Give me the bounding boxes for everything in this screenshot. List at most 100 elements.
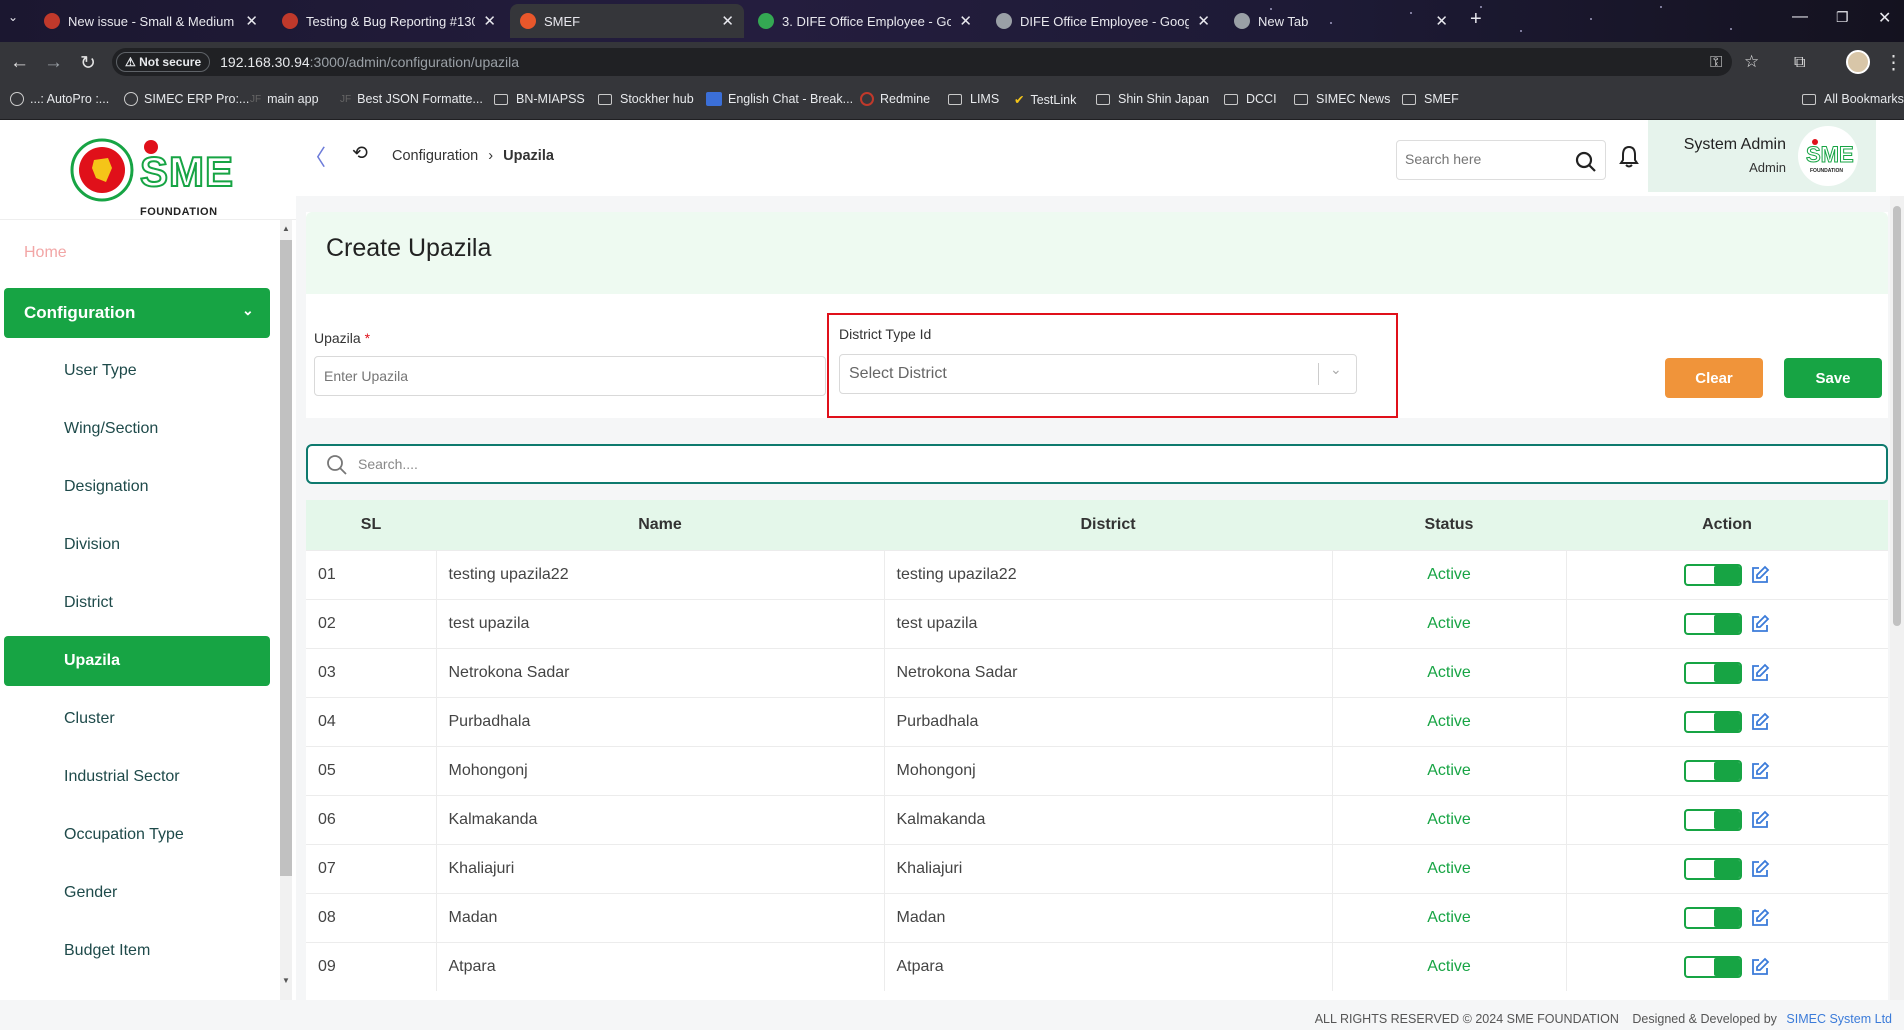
bookmark-folder[interactable]: LIMS [948, 92, 999, 106]
district-select[interactable]: Select District ⌄ [839, 354, 1357, 394]
status-toggle[interactable] [1684, 563, 1743, 586]
folder-icon [494, 93, 508, 105]
url-bar[interactable]: ⚠ Not secure 192.168.30.94:3000/admin/co… [112, 48, 1732, 76]
sidebar-item-budget-item[interactable]: Budget Item [4, 926, 270, 976]
sidebar-item-wing-section[interactable]: Wing/Section [4, 404, 270, 454]
bookmark-item[interactable]: SIMEC ERP Pro:... [124, 92, 249, 106]
status-toggle[interactable] [1684, 612, 1743, 635]
sidebar-item-gender[interactable]: Gender [4, 868, 270, 918]
search-icon[interactable] [1575, 151, 1597, 173]
profile-avatar[interactable] [1846, 50, 1870, 74]
reload-icon[interactable]: ↻ [80, 52, 96, 75]
edit-icon[interactable] [1750, 663, 1770, 683]
status-toggle[interactable] [1684, 759, 1743, 782]
bookmark-item[interactable]: Redmine [860, 92, 930, 106]
minimize-icon[interactable]: — [1792, 8, 1808, 26]
back-icon[interactable]: ← [10, 52, 29, 74]
edit-icon[interactable] [1750, 712, 1770, 732]
footer-company-link[interactable]: SIMEC System Ltd [1786, 1012, 1892, 1026]
undo-back-icon[interactable]: ⟲ [352, 142, 368, 165]
bookmark-item[interactable]: ✔ TestLink [1014, 92, 1076, 108]
browser-tab[interactable]: Testing & Bug Reporting #1306 ✕ [272, 4, 506, 38]
breadcrumb-configuration[interactable]: Configuration [392, 148, 478, 164]
bookmark-star-icon[interactable]: ☆ [1744, 52, 1759, 72]
clear-button[interactable]: Clear [1665, 358, 1763, 398]
restore-icon[interactable]: ❐ [1836, 9, 1849, 26]
breadcrumb: Configuration › Upazila [392, 148, 554, 164]
forward-icon[interactable]: → [44, 52, 63, 74]
edit-icon[interactable] [1750, 859, 1770, 879]
close-tab-icon[interactable]: ✕ [721, 12, 734, 30]
bookmark-folder[interactable]: BN-MIAPSS [494, 92, 585, 106]
browser-tab[interactable]: New Tab ✕ [1224, 4, 1458, 38]
create-panel-header: Create Upazila [306, 212, 1888, 294]
close-tab-icon[interactable]: ✕ [245, 12, 258, 30]
bookmark-item[interactable]: ...: AutoPro :... [10, 92, 109, 106]
save-button[interactable]: Save [1784, 358, 1882, 398]
edit-icon[interactable] [1750, 908, 1770, 928]
url-text[interactable]: 192.168.30.94:3000/admin/configuration/u… [220, 54, 519, 70]
scroll-up-arrow-icon[interactable]: ▲ [282, 224, 290, 233]
edit-icon[interactable] [1750, 810, 1770, 830]
sidebar-item-division[interactable]: Division [4, 520, 270, 570]
password-key-icon[interactable]: ⚿ [1710, 54, 1722, 72]
all-bookmarks[interactable]: All Bookmarks [1802, 92, 1904, 106]
close-tab-icon[interactable]: ✕ [1435, 12, 1448, 30]
cell-district: Madan [883, 892, 1332, 942]
status-toggle[interactable] [1684, 661, 1743, 684]
sidebar-item-industrial-sector[interactable]: Industrial Sector [4, 752, 270, 802]
browser-tab-active[interactable]: SMEF ✕ [510, 4, 744, 38]
sidebar-item-cluster[interactable]: Cluster [4, 694, 270, 744]
close-window-icon[interactable]: ✕ [1878, 8, 1891, 28]
sidebar-item-home[interactable]: Home [24, 244, 67, 262]
table-search[interactable]: Search.... [306, 444, 1888, 484]
bookmark-folder[interactable]: Shin Shin Japan [1096, 92, 1209, 106]
bookmark-item[interactable]: JF Best JSON Formatte... [340, 92, 483, 106]
bookmark-favicon-icon [860, 92, 874, 106]
bookmark-item[interactable]: English Chat - Break... [706, 92, 853, 106]
bookmark-folder[interactable]: Stockher hub [598, 92, 694, 106]
browser-tab[interactable]: 3. DIFE Office Employee - Goog ✕ [748, 4, 982, 38]
status-toggle[interactable] [1684, 906, 1743, 929]
browser-tab[interactable]: DIFE Office Employee - Google ✕ [986, 4, 1220, 38]
header-search[interactable] [1396, 140, 1606, 180]
page-scrollbar[interactable] [1890, 196, 1904, 1000]
sidebar-item-occupation-type[interactable]: Occupation Type [4, 810, 270, 860]
upazila-input[interactable] [314, 356, 826, 396]
collapse-sidebar-icon[interactable]: 〈 [304, 140, 326, 172]
notification-bell-icon[interactable] [1618, 144, 1640, 168]
sidebar-item-upazila[interactable]: Upazila [4, 636, 270, 686]
not-secure-badge[interactable]: ⚠ Not secure [116, 52, 211, 72]
bookmark-folder[interactable]: DCCI [1224, 92, 1277, 106]
bookmark-folder[interactable]: SIMEC News [1294, 92, 1390, 106]
browser-menu-icon[interactable]: ⋮ [1884, 52, 1903, 75]
sidebar-section-configuration[interactable]: Configuration ⌄ [4, 288, 270, 338]
header-search-input[interactable] [1405, 151, 1565, 167]
bookmark-folder[interactable]: SMEF [1402, 92, 1459, 106]
close-tab-icon[interactable]: ✕ [483, 12, 496, 30]
tab-list-dropdown-icon[interactable]: ⌄ [8, 10, 18, 24]
new-tab-icon[interactable]: + [1470, 8, 1482, 31]
status-toggle[interactable] [1684, 955, 1743, 978]
sidebar-item-designation[interactable]: Designation [4, 462, 270, 512]
scroll-down-arrow-icon[interactable]: ▼ [282, 976, 290, 985]
close-tab-icon[interactable]: ✕ [959, 12, 972, 30]
status-toggle[interactable] [1684, 808, 1743, 831]
page-scrollbar-thumb[interactable] [1893, 206, 1901, 626]
sidebar-item-user-type[interactable]: User Type [4, 346, 270, 396]
edit-icon[interactable] [1750, 614, 1770, 634]
sidebar-scrollbar-thumb[interactable] [280, 240, 292, 876]
status-toggle[interactable] [1684, 857, 1743, 880]
status-toggle[interactable] [1684, 710, 1743, 733]
sidebar-item-district[interactable]: District [4, 578, 270, 628]
edit-icon[interactable] [1750, 761, 1770, 781]
bookmark-item[interactable]: JF main app [250, 92, 319, 106]
close-tab-icon[interactable]: ✕ [1197, 12, 1210, 30]
avatar-logo-subtext: FOUNDATION [1810, 168, 1843, 174]
extensions-icon[interactable]: ⧉ [1794, 54, 1805, 72]
column-header-status: Status [1424, 515, 1474, 533]
edit-icon[interactable] [1750, 565, 1770, 585]
edit-icon[interactable] [1750, 957, 1770, 977]
browser-tab[interactable]: New issue - Small & Medium E ✕ [34, 4, 268, 38]
user-profile-card[interactable]: System Admin Admin SME FOUNDATION [1648, 120, 1876, 192]
